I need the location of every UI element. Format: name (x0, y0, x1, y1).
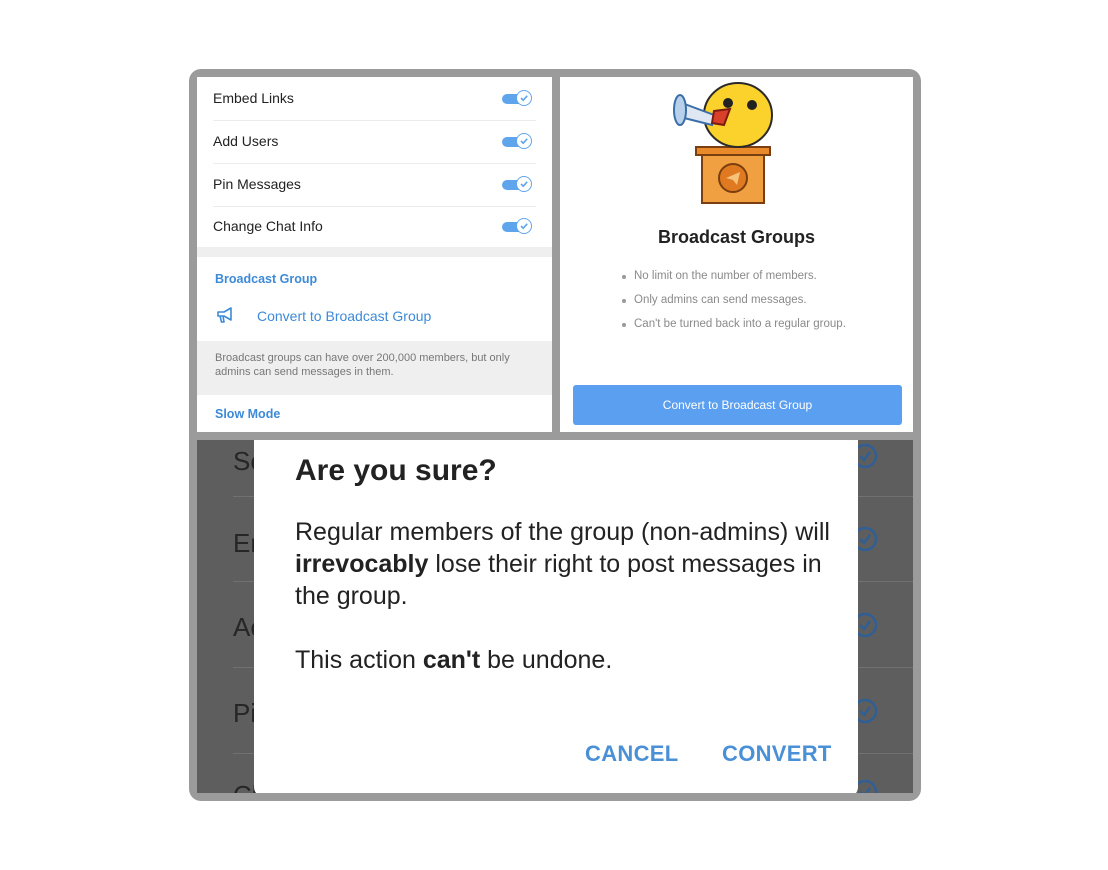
toggle-switch[interactable] (502, 90, 532, 108)
convert-button[interactable]: CONVERT (722, 741, 832, 767)
broadcast-promo-panel: Broadcast Groups No limit on the number … (560, 77, 913, 432)
permission-row-add-users[interactable]: Add Users (213, 120, 536, 164)
promo-bullet: Only admins can send messages. (622, 293, 862, 308)
permission-label: Embed Links (213, 90, 294, 106)
dialog-note: This action can't be undone. (295, 646, 613, 674)
composite-frame: Embed Links Add Users Pin Messages Chang… (189, 69, 921, 801)
convert-to-broadcast-row[interactable]: Convert to Broadcast Group (215, 305, 535, 329)
permissions-panel: Embed Links Add Users Pin Messages Chang… (197, 77, 552, 432)
check-icon (516, 176, 532, 192)
promo-bullet: No limit on the number of members. (622, 269, 862, 284)
convert-to-broadcast-button[interactable]: Convert to Broadcast Group (573, 385, 902, 425)
check-icon (516, 133, 532, 149)
duck-megaphone-illustration (673, 82, 773, 204)
permission-row-embed-links[interactable]: Embed Links (213, 77, 536, 121)
promo-title: Broadcast Groups (657, 227, 816, 247)
megaphone-icon (215, 305, 237, 330)
broadcast-info-box: Broadcast groups can have over 200,000 m… (197, 341, 552, 395)
check-icon (516, 218, 532, 234)
permission-row-change-chat-info[interactable]: Change Chat Info (213, 205, 536, 248)
toggle-switch[interactable] (502, 176, 532, 194)
permission-row-pin-messages[interactable]: Pin Messages (213, 163, 536, 207)
broadcast-info-text: Broadcast groups can have over 200,000 m… (215, 352, 510, 378)
section-divider (197, 247, 552, 257)
background-row-label: Pi (233, 698, 257, 728)
dialog-message: Regular members of the group (non-admins… (295, 518, 830, 610)
broadcast-section-header: Broadcast Group (215, 272, 318, 286)
permission-label: Add Users (213, 133, 279, 149)
cancel-button[interactable]: CANCEL (585, 741, 678, 767)
check-icon (516, 90, 532, 106)
confirm-dialog: Are you sure? Regular members of the gro… (254, 440, 858, 793)
confirmation-panel: Se Er Ac Pi Cl Are you sure? Regular mem… (197, 440, 913, 793)
permission-label: Change Chat Info (213, 218, 323, 234)
permission-label: Pin Messages (213, 176, 301, 192)
convert-to-broadcast-label: Convert to Broadcast Group (257, 308, 432, 324)
dialog-body: Regular members of the group (non-admins… (295, 516, 835, 676)
toggle-switch[interactable] (502, 218, 532, 236)
toggle-switch[interactable] (502, 133, 532, 151)
slow-mode-header: Slow Mode (215, 407, 281, 421)
promo-bullet-list: No limit on the number of members. Only … (622, 269, 862, 341)
promo-bullet: Can't be turned back into a regular grou… (622, 317, 862, 332)
dialog-title: Are you sure? (295, 454, 497, 487)
